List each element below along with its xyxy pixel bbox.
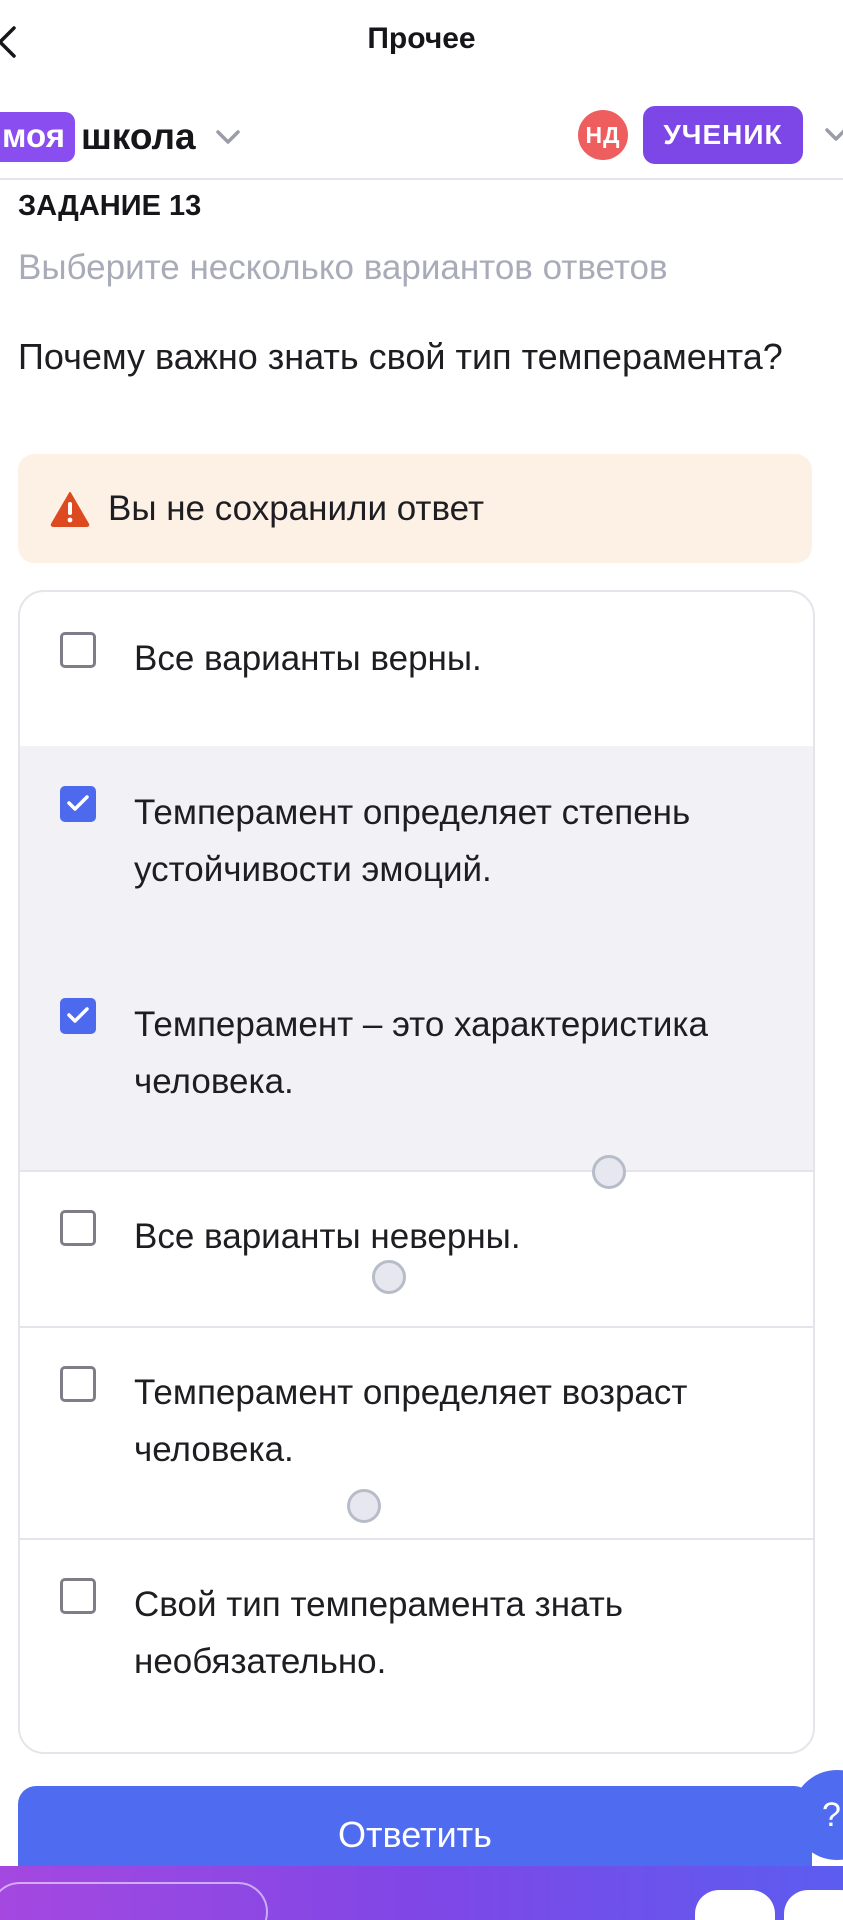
option-label: Темперамент – это характеристика человек… <box>134 1005 708 1101</box>
chevron-down-icon[interactable] <box>214 127 242 147</box>
app-logo[interactable]: моя школа <box>0 112 242 162</box>
task-screen: Прочее моя школа НД УЧЕНИК ЗАДАНИЕ 13 Вы… <box>0 0 843 1920</box>
touch-indicator <box>372 1260 406 1294</box>
question-text: Почему важно знать свой тип темперамента… <box>18 336 783 377</box>
avatar[interactable]: НД <box>578 110 628 160</box>
checkbox-checked[interactable] <box>60 786 96 822</box>
answer-option[interactable]: Темперамент определяет возраст человека. <box>20 1326 813 1540</box>
page-title: Прочее <box>367 22 476 55</box>
option-label: Свой тип темперамента знать необязательн… <box>134 1585 624 1681</box>
warning-text: Вы не сохранили ответ <box>108 488 484 528</box>
option-label: Все варианты неверны. <box>134 1217 521 1256</box>
answer-option[interactable]: Все варианты верны. <box>20 592 813 748</box>
option-label: Темперамент определяет возраст человека. <box>134 1373 688 1469</box>
answer-option[interactable]: Свой тип темперамента знать необязательн… <box>20 1538 813 1752</box>
answer-option[interactable]: Темперамент определяет степень устойчиво… <box>20 746 813 960</box>
chevron-down-icon[interactable] <box>823 126 843 144</box>
option-label: Темперамент определяет степень устойчиво… <box>134 793 691 889</box>
touch-indicator <box>592 1155 626 1189</box>
checkmark-icon <box>67 1007 89 1023</box>
answer-option[interactable]: Все варианты неверны. <box>20 1170 813 1328</box>
bottom-pill[interactable] <box>0 1882 268 1920</box>
logo-text: школа <box>80 116 196 157</box>
logo-badge: моя <box>0 112 75 162</box>
role-badge[interactable]: УЧЕНИК <box>643 106 803 164</box>
task-number: ЗАДАНИЕ 13 <box>18 190 202 222</box>
warning-triangle-icon <box>50 491 90 527</box>
unsaved-warning: Вы не сохранили ответ <box>18 454 812 563</box>
top-bar: Прочее <box>0 0 843 86</box>
option-label: Все варианты верны. <box>134 639 482 678</box>
answer-options-list: Все варианты верны. Темперамент определя… <box>18 590 815 1754</box>
checkbox[interactable] <box>60 1578 96 1614</box>
answer-option[interactable]: Темперамент – это характеристика человек… <box>20 958 813 1172</box>
touch-indicator <box>347 1489 381 1523</box>
prev-task-button[interactable] <box>695 1890 775 1920</box>
checkbox[interactable] <box>60 632 96 668</box>
app-header: моя школа НД УЧЕНИК <box>0 98 843 180</box>
next-task-button[interactable] <box>784 1890 843 1920</box>
task-hint: Выберите несколько вариантов ответов <box>18 248 668 287</box>
checkmark-icon <box>67 795 89 811</box>
checkbox[interactable] <box>60 1210 96 1246</box>
checkbox-checked[interactable] <box>60 998 96 1034</box>
checkbox[interactable] <box>60 1366 96 1402</box>
